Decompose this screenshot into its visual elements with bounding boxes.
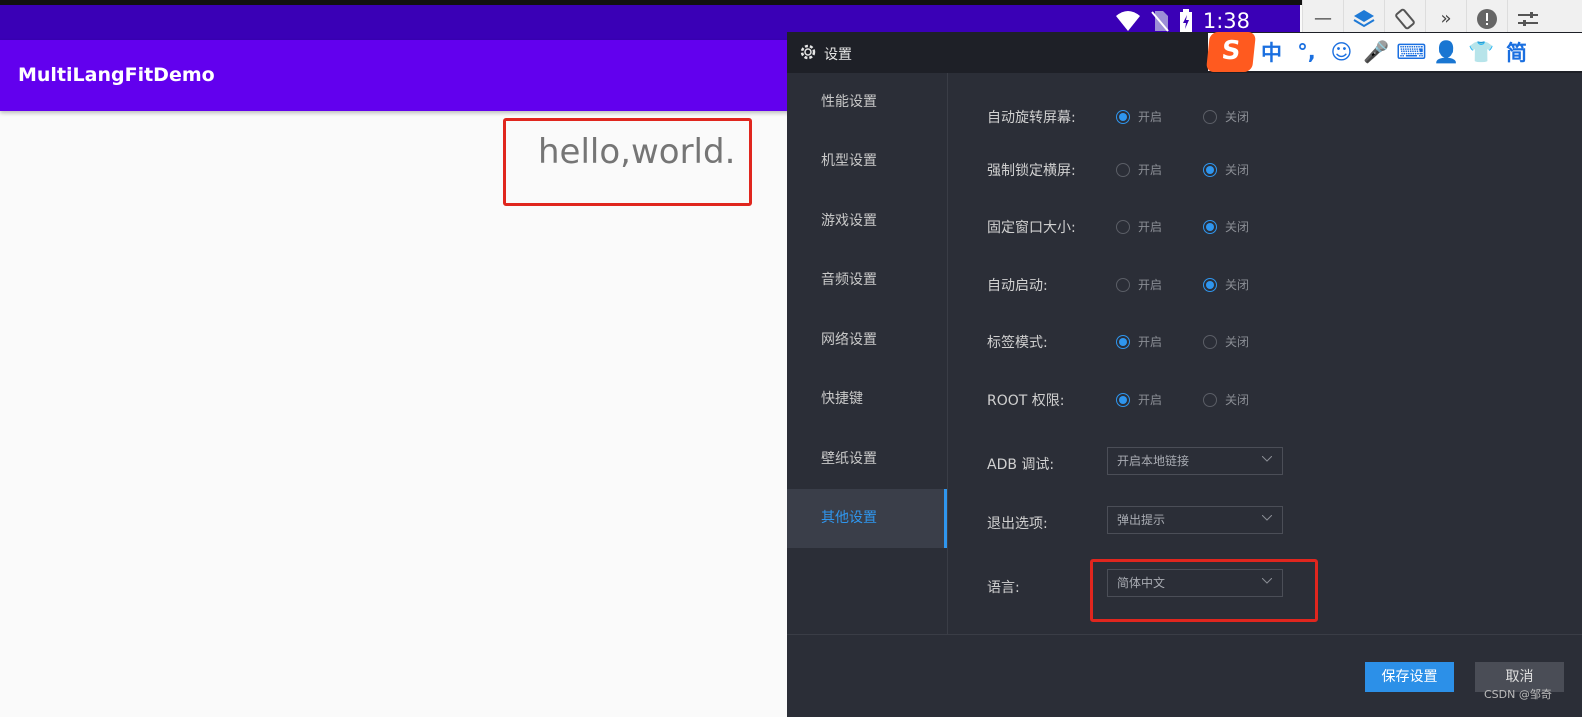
- radio-circle: [1203, 219, 1217, 234]
- setting-label: 标签模式:: [987, 335, 1048, 351]
- exit-option-select[interactable]: 弹出提示: [1107, 506, 1283, 534]
- setting-label: 自动启动:: [987, 278, 1048, 294]
- sogou-logo[interactable]: S: [1205, 32, 1257, 72]
- radio-label: 开启: [1138, 335, 1163, 349]
- sidebar-item-network[interactable]: 网络设置: [787, 311, 947, 370]
- radio-circle: [1116, 334, 1130, 349]
- sidebar-item-audio[interactable]: 音频设置: [787, 251, 947, 310]
- highlight-box-language: [1090, 559, 1318, 622]
- sidebar-item-wallpaper[interactable]: 壁纸设置: [787, 430, 947, 489]
- ime-user-icon[interactable]: 👤: [1429, 40, 1464, 65]
- radio-off[interactable]: 关闭: [1203, 218, 1249, 235]
- radio-circle: [1116, 277, 1130, 292]
- radio-on[interactable]: 开启: [1116, 333, 1162, 350]
- settings-sidebar: 性能设置 机型设置 游戏设置 音频设置 网络设置 快捷键 壁纸设置 其他设置: [787, 73, 948, 634]
- setting-label: 强制锁定横屏:: [987, 163, 1076, 179]
- radio-label: 关闭: [1225, 278, 1250, 292]
- sidebar-item-other[interactable]: 其他设置: [787, 489, 947, 548]
- radio-on[interactable]: 开启: [1116, 161, 1162, 178]
- radio-on[interactable]: 开启: [1116, 391, 1162, 408]
- select-value: 弹出提示: [1117, 513, 1166, 527]
- adb-select[interactable]: 开启本地链接: [1107, 447, 1283, 475]
- radio-circle: [1203, 334, 1217, 349]
- ime-emoji-icon[interactable]: ☺: [1324, 40, 1359, 64]
- radio-circle: [1203, 277, 1217, 292]
- sidebar-item-device-model[interactable]: 机型设置: [787, 132, 947, 191]
- radio-label: 开启: [1138, 220, 1163, 234]
- no-sim-icon: [1151, 11, 1169, 32]
- select-value: 开启本地链接: [1117, 454, 1190, 468]
- radio-circle: [1116, 219, 1130, 234]
- setting-label: 退出选项:: [987, 516, 1048, 532]
- radio-on[interactable]: 开启: [1116, 276, 1162, 293]
- sidebar-item-game[interactable]: 游戏设置: [787, 192, 947, 251]
- setting-label: 固定窗口大小:: [987, 220, 1076, 236]
- setting-label: ROOT 权限:: [987, 393, 1065, 409]
- radio-off[interactable]: 关闭: [1203, 108, 1249, 125]
- chevron-down-icon: [1262, 456, 1272, 462]
- save-button[interactable]: 保存设置: [1365, 662, 1454, 692]
- radio-circle: [1203, 392, 1217, 407]
- radio-on[interactable]: 开启: [1116, 218, 1162, 235]
- ime-voice-icon[interactable]: 🎤: [1359, 40, 1394, 65]
- radio-label: 关闭: [1225, 220, 1250, 234]
- radio-label: 关闭: [1225, 163, 1250, 177]
- watermark: CSDN @邹奇: [1484, 688, 1552, 701]
- ime-punctuation-icon[interactable]: °,: [1289, 40, 1324, 64]
- radio-label: 开启: [1138, 163, 1163, 177]
- radio-circle: [1203, 109, 1217, 124]
- radio-circle: [1203, 162, 1217, 177]
- radio-off[interactable]: 关闭: [1203, 161, 1249, 178]
- radio-circle: [1116, 392, 1130, 407]
- radio-label: 开启: [1138, 110, 1163, 124]
- setting-label: 语言:: [987, 580, 1020, 596]
- dialog-footer: 保存设置 取消: [787, 634, 1582, 717]
- wifi-icon: [1115, 11, 1140, 31]
- sidebar-item-performance[interactable]: 性能设置: [787, 73, 947, 132]
- radio-off[interactable]: 关闭: [1203, 391, 1249, 408]
- radio-on[interactable]: 开启: [1116, 108, 1162, 125]
- chevron-down-icon: [1262, 515, 1272, 521]
- highlight-box-hello: [503, 118, 752, 206]
- setting-label: 自动旋转屏幕:: [987, 110, 1076, 126]
- setting-label: ADB 调试:: [987, 457, 1055, 473]
- app-title: MultiLangFitDemo: [18, 64, 215, 86]
- status-time: 1:38: [1202, 9, 1250, 33]
- radio-label: 开启: [1138, 278, 1163, 292]
- radio-label: 关闭: [1225, 110, 1250, 124]
- radio-circle: [1116, 162, 1130, 177]
- ime-keyboard-icon[interactable]: ⌨: [1394, 40, 1429, 64]
- ime-simplified-icon[interactable]: 简: [1499, 37, 1534, 67]
- app-bar: MultiLangFitDemo: [0, 40, 800, 111]
- dialog-title: 设置: [824, 47, 852, 63]
- radio-off[interactable]: 关闭: [1203, 276, 1249, 293]
- radio-label: 关闭: [1225, 335, 1250, 349]
- radio-off[interactable]: 关闭: [1203, 333, 1249, 350]
- battery-charging-icon: [1179, 9, 1192, 32]
- radio-label: 关闭: [1225, 393, 1250, 407]
- ime-skin-icon[interactable]: 👕: [1464, 40, 1499, 65]
- ime-toolbar: S 中 °, ☺ 🎤 ⌨ 👤 👕 简: [1205, 32, 1582, 72]
- settings-content: 自动旋转屏幕: 开启 关闭 强制锁定横屏: 开启 关闭 固定窗口大小: 开启 关…: [948, 73, 1582, 634]
- radio-circle: [1116, 109, 1130, 124]
- gear-icon: [800, 44, 816, 60]
- radio-label: 开启: [1138, 393, 1163, 407]
- sidebar-item-shortcuts[interactable]: 快捷键: [787, 370, 947, 429]
- ime-chinese-mode-icon[interactable]: 中: [1254, 37, 1289, 67]
